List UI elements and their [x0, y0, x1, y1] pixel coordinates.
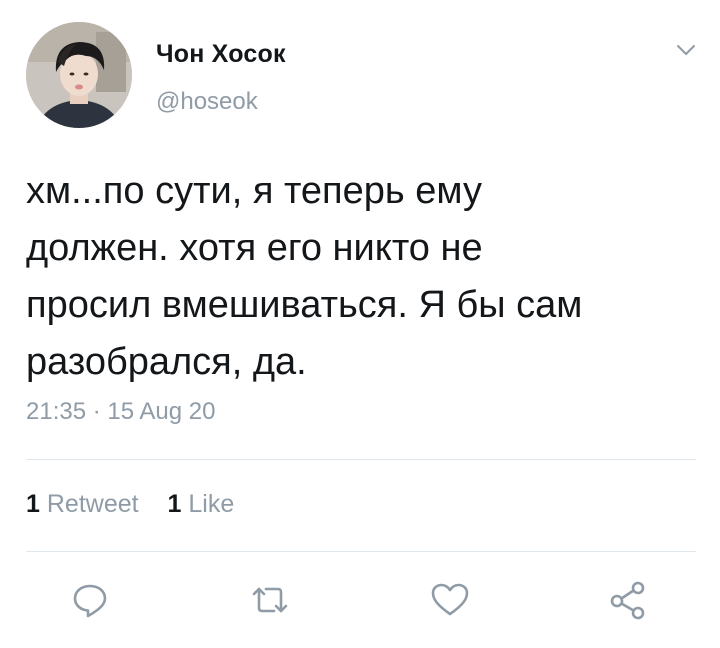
reply-button[interactable]	[68, 578, 112, 622]
tweet-stats: 1 Retweet 1 Like	[26, 490, 256, 519]
like-icon	[431, 583, 469, 616]
share-icon	[610, 581, 645, 620]
reply-icon	[73, 584, 107, 618]
tweet-text-line: должен. хотя его никто не	[26, 227, 483, 269]
retweet-label: Retweet	[46, 490, 139, 518]
like-count: 1	[167, 490, 182, 518]
tweet-text-line: разобрался, да.	[26, 341, 307, 383]
author-handle[interactable]: @hoseok	[156, 88, 258, 116]
like-button[interactable]	[428, 578, 472, 622]
retweet-count: 1	[26, 490, 40, 518]
like-label: Like	[188, 490, 235, 518]
divider	[26, 551, 696, 552]
tweet-text-line: просил вмешиваться. Я бы сам	[26, 284, 583, 326]
retweet-stat[interactable]: 1 Retweet	[26, 490, 139, 519]
avatar[interactable]	[26, 22, 132, 128]
divider	[26, 459, 696, 460]
like-stat[interactable]: 1 Like	[168, 490, 235, 519]
action-bar	[0, 578, 720, 622]
retweet-button[interactable]	[248, 578, 292, 622]
chevron-down-icon[interactable]	[674, 40, 698, 60]
tweet-card: Чон Хосок @hoseok хм...по сути, я теперь…	[0, 0, 720, 648]
author-display-name[interactable]: Чон Хосок	[156, 40, 286, 69]
tweet-text: хм...по сути, я теперь ему должен. хотя …	[26, 163, 696, 391]
retweet-icon	[252, 587, 288, 613]
share-button[interactable]	[606, 578, 650, 622]
tweet-text-line: хм...по сути, я теперь ему	[26, 170, 482, 212]
tweet-timestamp[interactable]: 21:35 · 15 Aug 20	[26, 398, 216, 426]
